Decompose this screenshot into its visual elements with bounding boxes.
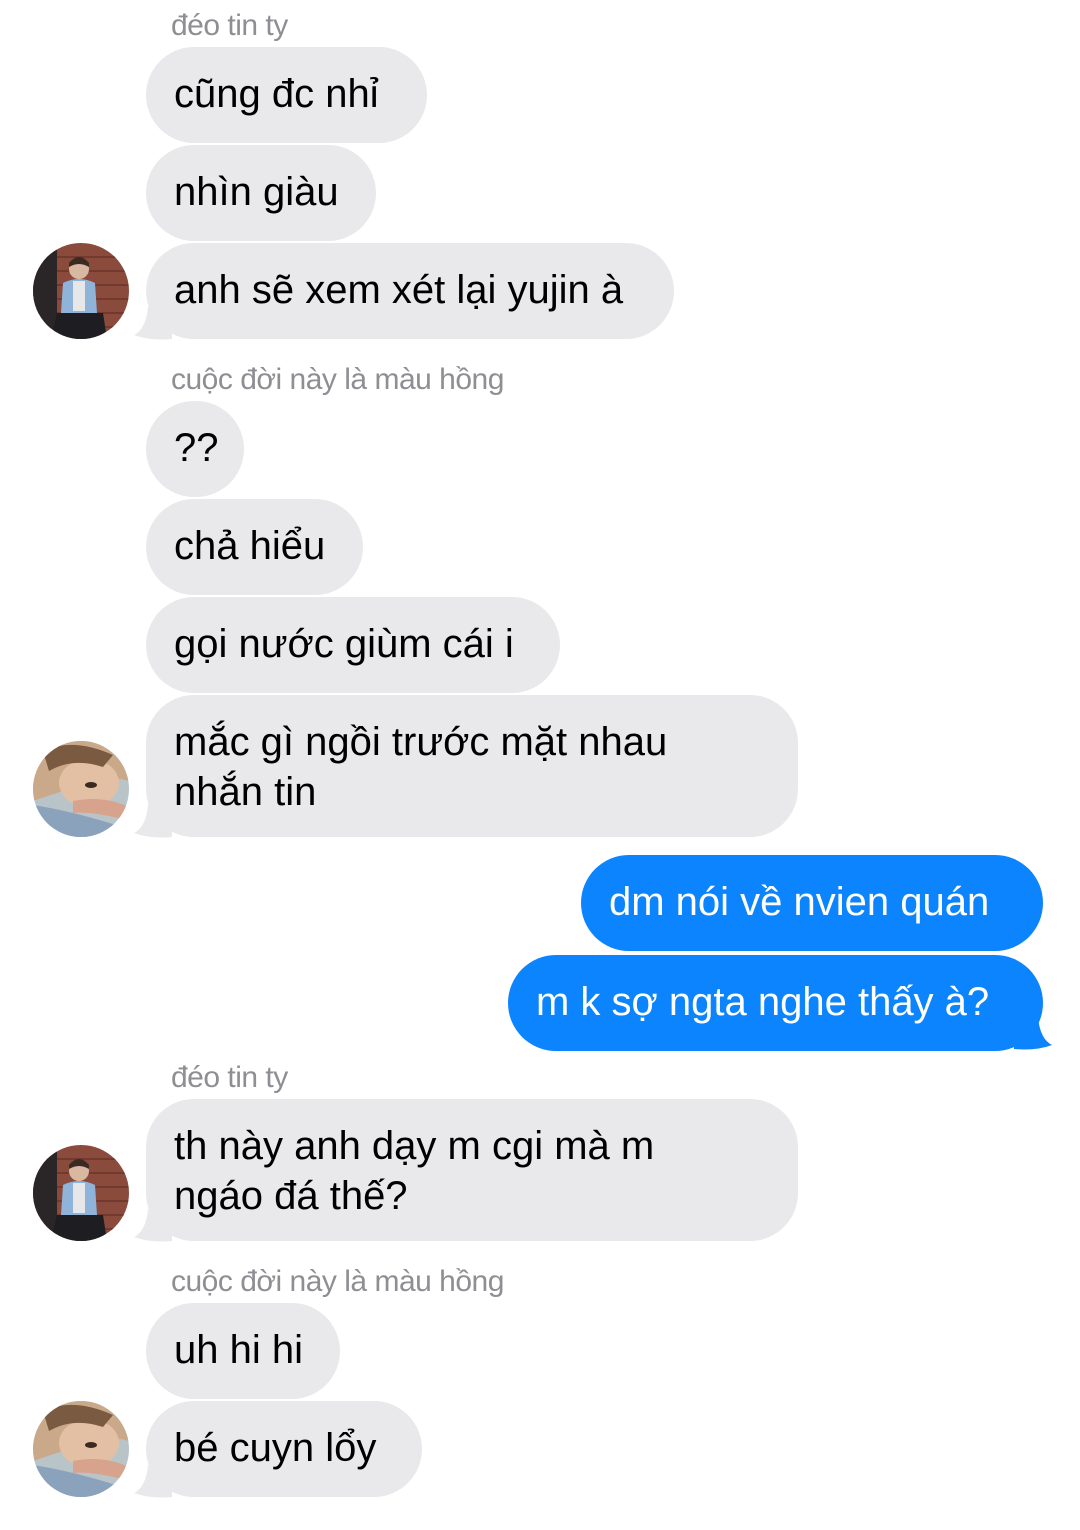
message-line: nhắn tin [174,770,317,814]
sender-name: cuộc đời này là màu hồng [171,1265,504,1298]
message-line: th này anh dạy m cgi mà m [174,1124,655,1168]
incoming-message[interactable]: th này anh dạy m cgi mà m ngáo đá thế? [146,1099,798,1241]
avatar[interactable] [33,1145,129,1241]
incoming-message[interactable]: ?? [146,401,244,497]
bubble-tail-icon [134,1203,172,1242]
sender-name: đéo tin ty [171,1061,288,1094]
sender-name: cuộc đời này là màu hồng [171,363,504,396]
avatar-photo-icon [33,1401,129,1497]
message-line: ngáo đá thế? [174,1174,408,1218]
avatar[interactable] [33,741,129,837]
avatar-photo-icon [33,741,129,837]
outgoing-message[interactable]: dm nói về nvien quán [581,855,1043,951]
incoming-message[interactable]: anh sẽ xem xét lại yujin à [146,243,674,339]
incoming-message[interactable]: uh hi hi [146,1303,340,1399]
incoming-message[interactable]: mắc gì ngồi trước mặt nhau nhắn tin [146,695,798,837]
incoming-message[interactable]: nhìn giàu [146,145,376,241]
avatar[interactable] [33,243,129,339]
avatar-photo-icon [33,243,129,339]
incoming-message[interactable]: bé cuyn lổy [146,1401,422,1497]
sender-name: đéo tin ty [171,9,288,42]
bubble-tail-icon [134,1459,172,1498]
incoming-message[interactable]: chả hiểu [146,499,363,595]
avatar-photo-icon [33,1145,129,1241]
bubble-tail-icon [134,301,172,340]
bubble-tail-icon [134,799,172,838]
outgoing-message[interactable]: m k sợ ngta nghe thấy à? [508,955,1043,1051]
incoming-message[interactable]: gọi nước giùm cái i [146,597,560,693]
message-line: mắc gì ngồi trước mặt nhau [174,720,668,764]
avatar[interactable] [33,1401,129,1497]
incoming-message[interactable]: cũng đc nhỉ [146,47,427,143]
bubble-tail-icon [1014,1011,1052,1050]
